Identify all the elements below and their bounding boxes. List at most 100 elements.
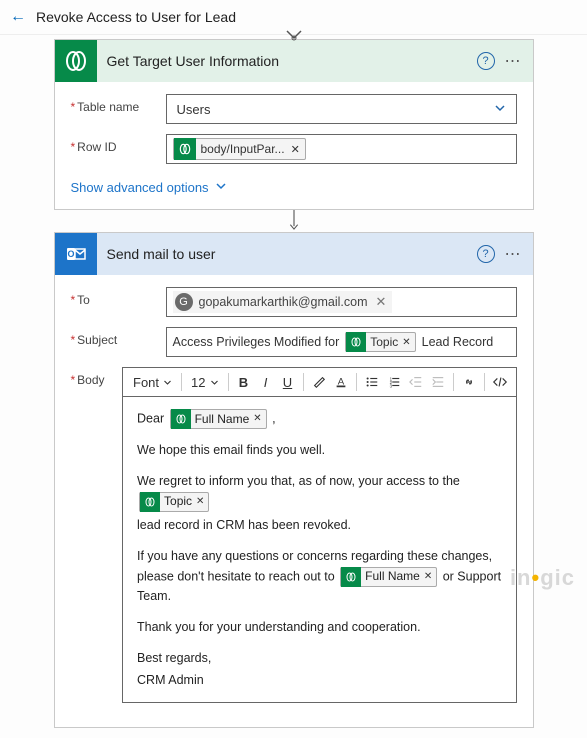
body-editor[interactable]: Dear Full Name ✕ , We hope this email fi…	[122, 397, 516, 703]
dataverse-icon	[55, 40, 97, 82]
dataverse-icon	[174, 138, 196, 160]
body-text: If you have any questions or concerns re…	[137, 549, 492, 583]
recipient-token[interactable]: G gopakumarkarthik@gmail.com ✕	[173, 291, 393, 313]
flow-canvas: Get Target User Information ? ⋯ *Table n…	[0, 25, 587, 738]
token-label: Topic	[370, 335, 398, 349]
card-body: *To G gopakumarkarthik@gmail.com ✕ *Subj…	[55, 275, 533, 727]
token-label: body/InputPar...	[201, 142, 285, 156]
dynamic-token-full-name[interactable]: Full Name ✕	[170, 409, 267, 429]
body-text: CRM Admin	[137, 671, 501, 690]
select-value: Users	[177, 102, 211, 117]
recipient-email: gopakumarkarthik@gmail.com	[199, 295, 368, 309]
table-name-select[interactable]: Users	[166, 94, 517, 124]
token-remove-icon[interactable]: ✕	[424, 569, 432, 585]
field-subject: *Subject Access Privileges Modified for …	[71, 327, 517, 357]
required-star-icon: *	[71, 373, 76, 387]
dataverse-icon	[171, 409, 191, 429]
token-label: Full Name	[365, 567, 420, 586]
show-advanced-label: Show advanced options	[71, 180, 209, 195]
card-body: *Table name Users *Row ID	[55, 82, 533, 209]
field-label: *Row ID	[71, 134, 166, 154]
label-text: Subject	[77, 333, 117, 347]
card-header[interactable]: O Send mail to user ? ⋯	[55, 233, 533, 275]
italic-icon[interactable]: I	[256, 372, 276, 392]
select-value: Font	[133, 375, 159, 390]
card-title: Send mail to user	[107, 246, 477, 262]
body-text: Best regards,	[137, 649, 501, 668]
svg-text:O: O	[67, 249, 74, 259]
dynamic-token-topic[interactable]: Topic ✕	[139, 492, 209, 512]
more-menu-icon[interactable]: ⋯	[505, 51, 523, 71]
body-text: ,	[272, 411, 275, 425]
required-star-icon: *	[71, 100, 76, 114]
font-size-select[interactable]: 12	[187, 375, 222, 390]
token-remove-icon[interactable]: ✕	[253, 411, 261, 427]
underline-icon[interactable]: U	[278, 372, 298, 392]
field-body: *Body Font 12 B	[71, 367, 517, 703]
back-arrow-icon[interactable]: ←	[10, 8, 26, 26]
link-icon[interactable]	[459, 372, 479, 392]
dynamic-token-full-name[interactable]: Full Name ✕	[340, 567, 437, 587]
highlight-icon[interactable]	[309, 372, 329, 392]
bold-icon[interactable]: B	[234, 372, 254, 392]
action-card-send-mail[interactable]: O Send mail to user ? ⋯ *To G gopakumark…	[54, 232, 534, 728]
subject-text-prefix: Access Privileges Modified for	[173, 335, 340, 349]
page-title: Revoke Access to User for Lead	[36, 9, 236, 25]
row-id-input[interactable]: body/InputPar... ✕	[166, 134, 517, 164]
required-star-icon: *	[71, 333, 76, 347]
body-text: We hope this email finds you well.	[137, 441, 501, 460]
label-text: Table name	[77, 100, 139, 114]
outdent-icon[interactable]	[406, 372, 426, 392]
more-menu-icon[interactable]: ⋯	[505, 244, 523, 264]
body-text: lead record in CRM has been revoked.	[137, 516, 501, 535]
card-title: Get Target User Information	[107, 53, 477, 69]
field-label: *Table name	[71, 94, 166, 114]
flow-arrow-icon	[15, 210, 572, 232]
token-remove-icon[interactable]: ✕	[376, 294, 387, 310]
token-remove-icon[interactable]: ✕	[291, 143, 300, 156]
token-remove-icon[interactable]: ✕	[196, 494, 204, 510]
token-remove-icon[interactable]: ✕	[402, 337, 410, 348]
subject-text-suffix: Lead Record	[422, 335, 494, 349]
body-text: Thank you for your understanding and coo…	[137, 618, 501, 637]
flow-arrow-in-icon	[15, 25, 572, 39]
code-view-icon[interactable]	[490, 372, 510, 392]
label-text: Body	[77, 373, 104, 387]
field-table-name: *Table name Users	[71, 94, 517, 124]
dynamic-token-inputpar[interactable]: body/InputPar... ✕	[173, 138, 306, 160]
label-text: To	[77, 293, 90, 307]
dataverse-icon	[140, 492, 160, 512]
bullet-list-icon[interactable]	[362, 372, 382, 392]
chevron-down-icon	[494, 102, 506, 117]
action-card-get-user[interactable]: Get Target User Information ? ⋯ *Table n…	[54, 39, 534, 210]
show-advanced-options[interactable]: Show advanced options	[71, 180, 227, 195]
field-to: *To G gopakumarkarthik@gmail.com ✕	[71, 287, 517, 317]
field-label: *Body	[71, 367, 123, 387]
dynamic-token-topic[interactable]: Topic ✕	[345, 332, 415, 352]
outlook-icon: O	[55, 233, 97, 275]
indent-icon[interactable]	[428, 372, 448, 392]
field-label: *To	[71, 287, 166, 307]
required-star-icon: *	[71, 293, 76, 307]
token-label: Topic	[164, 492, 192, 511]
field-label: *Subject	[71, 327, 166, 347]
rich-text-toolbar: Font 12 B I U	[122, 367, 516, 397]
font-family-select[interactable]: Font	[129, 375, 176, 390]
select-value: 12	[191, 375, 205, 390]
dataverse-icon	[346, 332, 366, 352]
help-icon[interactable]: ?	[477, 52, 495, 70]
avatar-icon: G	[175, 293, 193, 311]
field-row-id: *Row ID body/InputPar... ✕	[71, 134, 517, 164]
svg-text:3: 3	[389, 383, 392, 388]
font-color-icon[interactable]: A	[331, 372, 351, 392]
help-icon[interactable]: ?	[477, 245, 495, 263]
body-text: Dear	[137, 411, 168, 425]
to-input[interactable]: G gopakumarkarthik@gmail.com ✕	[166, 287, 517, 317]
subject-input[interactable]: Access Privileges Modified for Topic ✕ L…	[166, 327, 517, 357]
token-label: Full Name	[195, 410, 250, 429]
label-text: Row ID	[77, 140, 116, 154]
chevron-down-icon	[215, 180, 227, 195]
dataverse-icon	[341, 567, 361, 587]
number-list-icon[interactable]: 123	[384, 372, 404, 392]
body-text: We regret to inform you that, as of now,…	[137, 474, 460, 488]
